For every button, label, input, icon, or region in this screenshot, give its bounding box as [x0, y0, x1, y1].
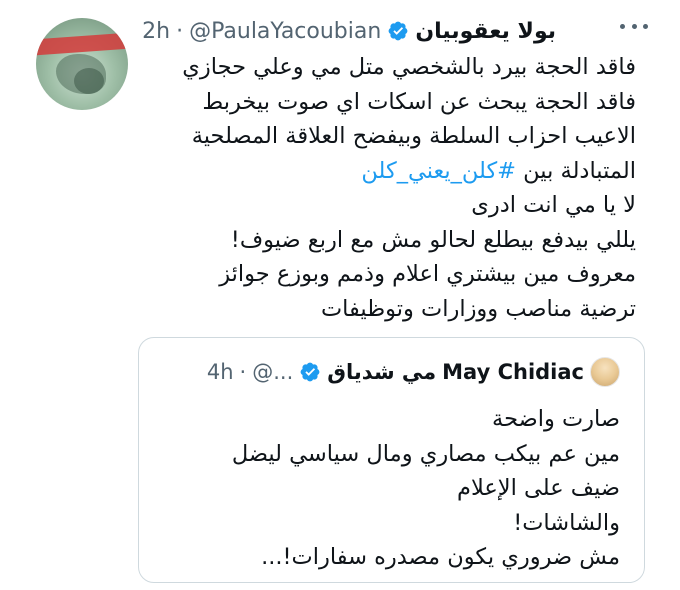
author-handle[interactable]: @PaulaYacoubian	[189, 19, 381, 44]
quoted-line: ضيف على الإعلام	[457, 475, 620, 501]
tweet-time[interactable]: 2h	[142, 19, 170, 44]
tweet-line: معروف مين بيشتري اعلام وذمم وبوزع جوائز	[219, 261, 636, 287]
hashtag-link[interactable]: #كلن_يعني_كلن	[361, 158, 516, 184]
quoted-line: مش ضروري يكون مصدره سفارات!...	[261, 544, 620, 570]
avatar-shape-dark	[74, 68, 104, 94]
verified-badge-icon	[300, 362, 320, 382]
dot-separator: ·	[176, 18, 184, 44]
tweet-header: بولا يعقوبيان @PaulaYacoubian · 2h	[142, 14, 556, 48]
tweet-line: لا يا مي انت ادرى	[471, 192, 636, 218]
tweet-line: يللي بيدفع بيطلع لحالو مش مع اربع ضيوف!	[230, 226, 636, 253]
quoted-author-name-latin[interactable]: May Chidiac	[442, 360, 584, 384]
quoted-tweet-header: May Chidiac مي شدياق @... · 4h	[207, 356, 620, 388]
tweet-line: فاقد الحجة يبحث عن اسكات اي صوت بيخربط	[202, 88, 636, 115]
quoted-tweet-text: صارت واضحة مين عم بيكب مصاري ومال سياسي …	[160, 402, 620, 575]
quoted-line: صارت واضحة	[492, 406, 620, 432]
tweet-line-text: المتبادلة بين	[523, 157, 636, 184]
tweet-line: الاعيب احزاب السلطة وبيفضح العلاقة المصل…	[191, 123, 636, 149]
tweet-line: المتبادلة بين #كلن_يعني_كلن	[116, 154, 636, 189]
quoted-tweet-time[interactable]: 4h	[207, 360, 234, 384]
verified-badge-icon	[388, 21, 408, 41]
quoted-tweet-card[interactable]: May Chidiac مي شدياق @... · 4h صارت واضح…	[138, 337, 645, 583]
quoted-author-name-arabic[interactable]: مي شدياق	[327, 360, 436, 384]
author-name[interactable]: بولا يعقوبيان	[415, 19, 556, 44]
quoted-author-avatar[interactable]	[590, 357, 620, 387]
quoted-author-handle[interactable]: @...	[252, 360, 293, 384]
tweet-line: فاقد الحجة بيرد بالشخصي متل مي وعلي حجاز…	[182, 54, 636, 80]
avatar-flag-band	[36, 32, 128, 56]
tweet-text: فاقد الحجة بيرد بالشخصي متل مي وعلي حجاز…	[116, 50, 636, 326]
dot-separator: ·	[239, 360, 247, 384]
quoted-line: مين عم بيكب مصاري ومال سياسي ليضل	[231, 440, 620, 467]
author-avatar[interactable]	[36, 18, 128, 110]
quoted-line: والشاشات!	[513, 509, 620, 536]
tweet-line: ترضية مناصب ووزارات وتوظيفات	[321, 295, 636, 322]
more-options-icon[interactable]	[620, 16, 648, 36]
